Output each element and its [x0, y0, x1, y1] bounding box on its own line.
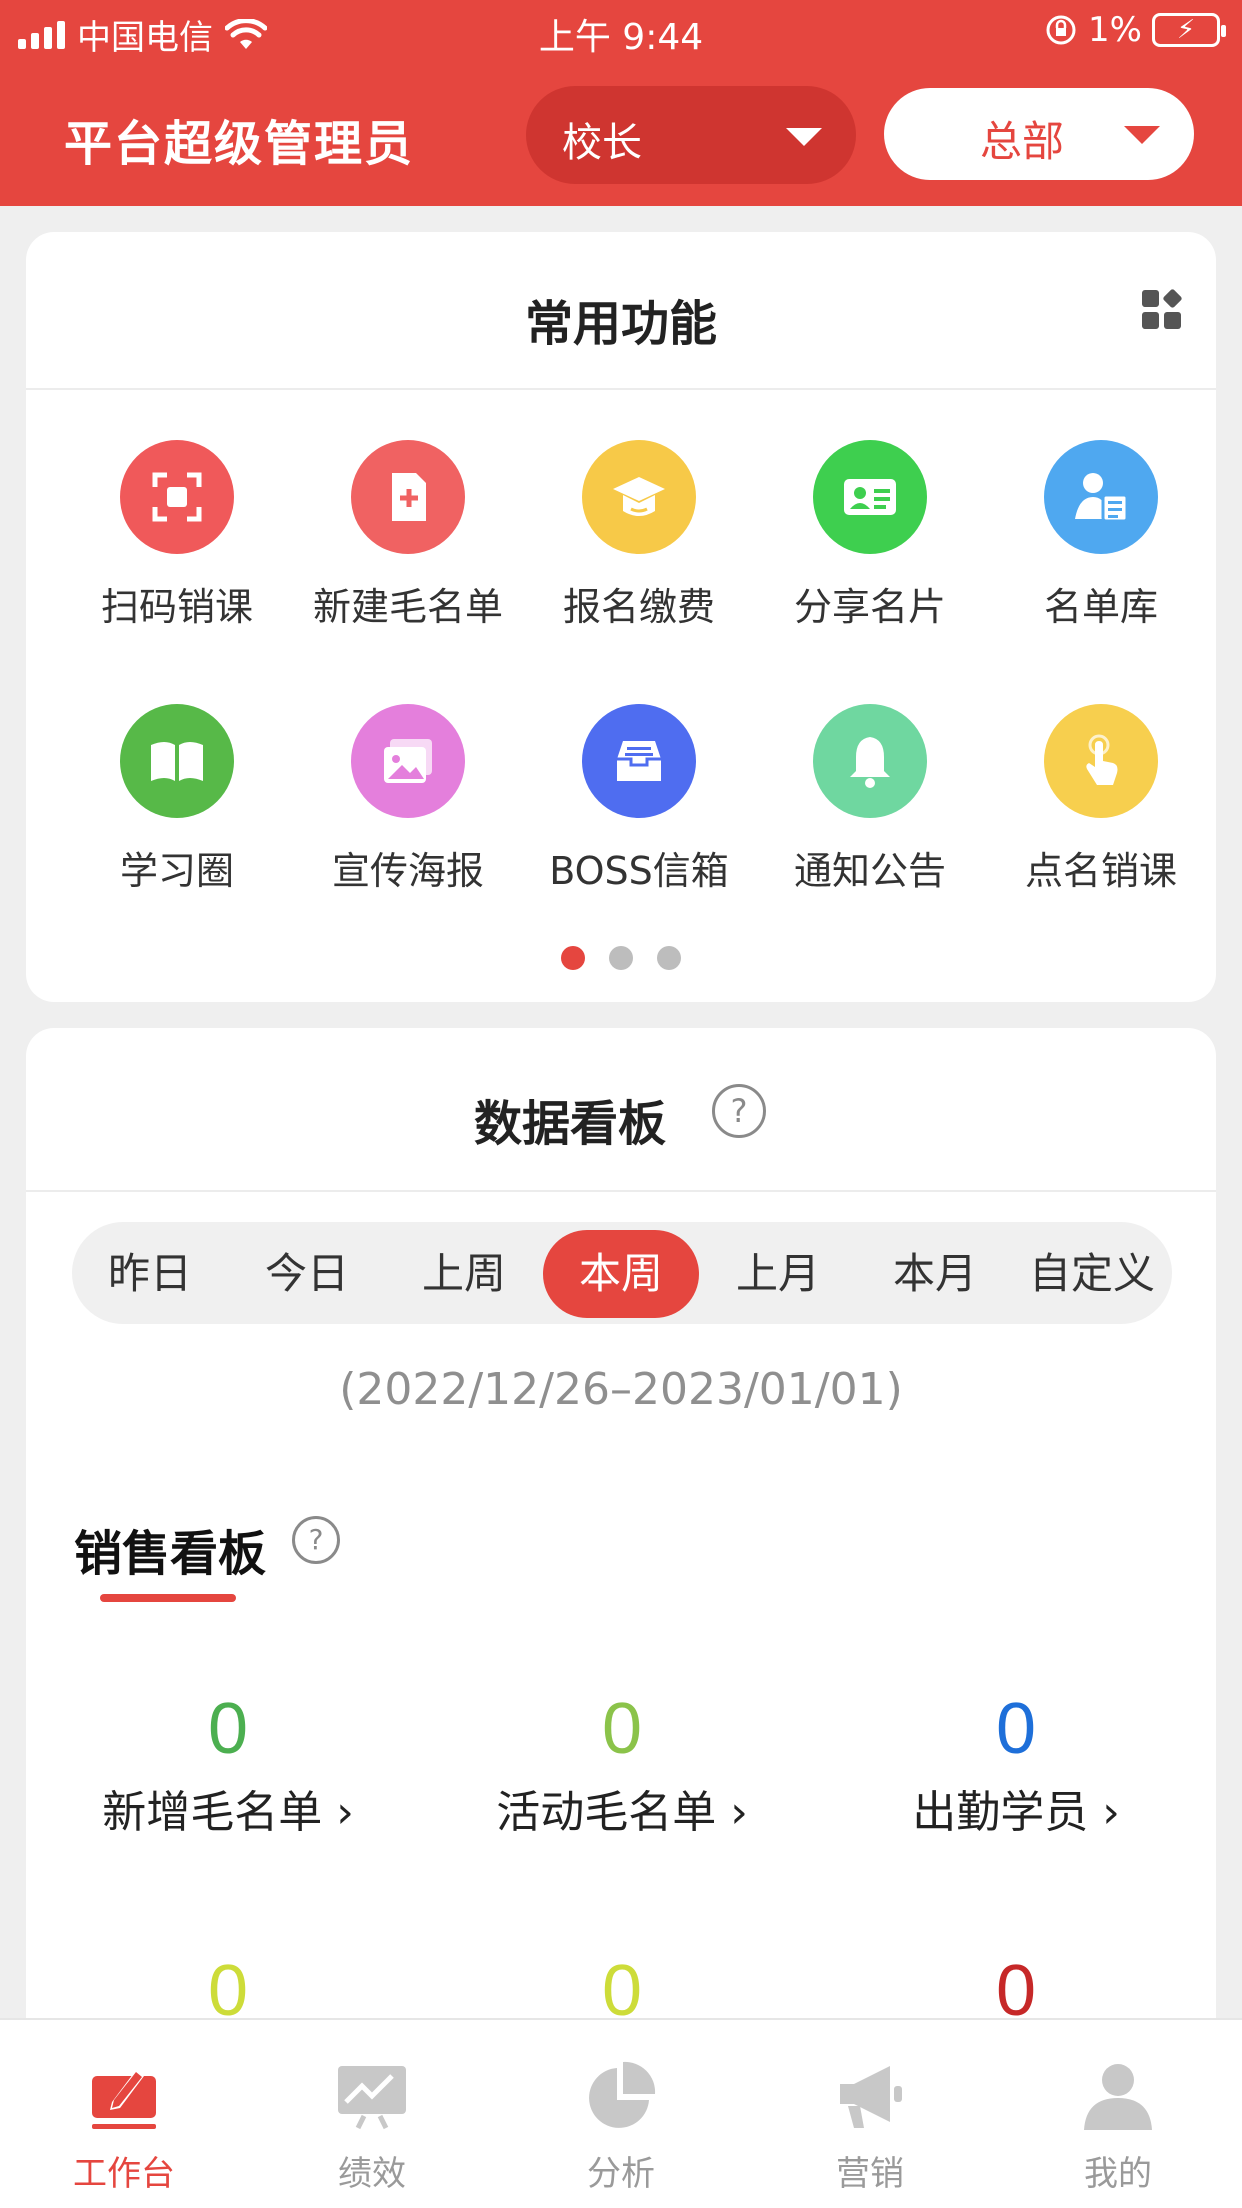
chevron-down-icon [1124, 126, 1160, 144]
role-dropdown[interactable]: 校长 [526, 86, 856, 184]
battery-icon: ⚡ [1152, 13, 1226, 47]
dashboard-title: 数据看板 [474, 1096, 667, 1152]
tap-icon [1044, 704, 1158, 818]
inbox-icon [582, 704, 696, 818]
common-functions-title: 常用功能 [524, 296, 717, 352]
page-dot[interactable] [657, 946, 681, 970]
func-scan-checkout[interactable]: 扫码销课 [62, 440, 292, 631]
page-dot[interactable] [609, 946, 633, 970]
func-label: 报名缴费 [562, 585, 715, 629]
func-label: 宣传海报 [331, 849, 484, 893]
id-card-icon [813, 440, 927, 554]
sales-board-title: 销售看板 [74, 1526, 267, 1582]
poster-icon [351, 704, 465, 818]
nav-performance[interactable]: 绩效 [272, 2058, 472, 2195]
func-lead-library[interactable]: 名单库 [986, 440, 1216, 631]
nav-label: 营销 [836, 2154, 904, 2194]
tab-today[interactable]: 今日 [229, 1230, 385, 1318]
battery-percent: 1% [1088, 10, 1142, 50]
func-label: 名单库 [1043, 585, 1158, 629]
divider [26, 1190, 1216, 1192]
func-label: 新建毛名单 [312, 585, 503, 629]
tab-yesterday[interactable]: 昨日 [72, 1230, 228, 1318]
grid-settings-icon[interactable] [1142, 288, 1183, 330]
bell-icon [813, 704, 927, 818]
func-label: 扫码销课 [100, 585, 253, 629]
metric-attendance[interactable]: 0 出勤学员 › [826, 1688, 1206, 1840]
func-notice[interactable]: 通知公告 [755, 704, 985, 895]
date-range: (2022/12/26–2023/01/01) [339, 1364, 903, 1415]
metric-label: 活动毛名单 › [496, 1787, 748, 1838]
tab-last-week[interactable]: 上周 [386, 1230, 542, 1318]
new-doc-icon [351, 440, 465, 554]
page-dot-active[interactable] [561, 946, 585, 970]
org-dropdown[interactable]: 总部 [884, 88, 1194, 180]
nav-profile[interactable]: 我的 [1018, 2058, 1218, 2195]
date-tabs: 昨日 今日 上周 本周 上月 本月 自定义 [72, 1222, 1172, 1324]
nav-analysis[interactable]: 分析 [521, 2058, 721, 2195]
performance-chart-icon [338, 2066, 406, 2130]
top-bar: 中国电信 上午 9:44 1% ⚡ 平台超级管理员 校长 总部 [0, 0, 1242, 206]
func-study-circle[interactable]: 学习圈 [62, 704, 292, 895]
func-enroll-pay[interactable]: 报名缴费 [524, 440, 754, 631]
func-share-card[interactable]: 分享名片 [755, 440, 985, 631]
nav-workbench[interactable]: 工作台 [24, 2058, 224, 2195]
metric-value: 0 [995, 1689, 1037, 1769]
role-dropdown-value: 校长 [562, 120, 642, 166]
nav-marketing[interactable]: 营销 [770, 2058, 970, 2195]
pie-chart-icon [589, 2061, 656, 2128]
bottom-nav: 工作台 绩效 分析 营销 我的 [0, 2018, 1242, 2208]
func-label: 分享名片 [793, 585, 946, 629]
page-indicator [26, 946, 1216, 970]
page-title: 平台超级管理员 [64, 116, 415, 172]
metric-label: 出勤学员 › [912, 1787, 1120, 1838]
user-list-icon [1044, 440, 1158, 554]
org-dropdown-value: 总部 [980, 117, 1065, 166]
func-promo-poster[interactable]: 宣传海报 [293, 704, 523, 895]
divider [26, 388, 1216, 390]
profile-icon [1084, 2064, 1152, 2130]
func-rollcall[interactable]: 点名销课 [986, 704, 1216, 895]
tab-last-month[interactable]: 上月 [700, 1230, 856, 1318]
megaphone-icon [840, 2066, 902, 2128]
common-functions-card: 常用功能 扫码销课 新建毛名单 报名缴费 分享名片 名单库 学习圈 宣传海报 B… [26, 232, 1216, 1002]
metric-value: 0 [601, 1689, 643, 1769]
func-label: 通知公告 [793, 849, 946, 893]
nav-label: 绩效 [338, 2154, 406, 2194]
scan-icon [120, 440, 234, 554]
tab-this-month[interactable]: 本月 [857, 1230, 1013, 1318]
graduation-cap-icon [582, 440, 696, 554]
help-icon[interactable]: ? [292, 1516, 340, 1564]
rotation-lock-icon [1046, 15, 1076, 45]
metric-active-leads[interactable]: 0 活动毛名单 › [432, 1688, 812, 1840]
func-label: 学习圈 [119, 849, 234, 893]
metric-new-leads[interactable]: 0 新增毛名单 › [38, 1688, 418, 1840]
nav-label: 分析 [587, 2154, 655, 2194]
book-icon [120, 704, 234, 818]
func-boss-mailbox[interactable]: BOSS信箱 [524, 704, 754, 895]
tab-custom[interactable]: 自定义 [1014, 1230, 1170, 1318]
help-icon[interactable]: ? [712, 1084, 766, 1138]
section-underline [100, 1594, 236, 1602]
nav-label: 工作台 [73, 2154, 175, 2194]
func-new-lead[interactable]: 新建毛名单 [293, 440, 523, 631]
workbench-icon [92, 2070, 156, 2129]
metric-value: 0 [207, 1689, 249, 1769]
func-label: BOSS信箱 [549, 849, 729, 893]
metric-label: 新增毛名单 › [102, 1787, 354, 1838]
tab-this-week[interactable]: 本周 [543, 1230, 699, 1318]
chevron-down-icon [786, 128, 822, 146]
func-label: 点名销课 [1024, 849, 1177, 893]
status-bar: 中国电信 上午 9:44 1% ⚡ [0, 0, 1242, 64]
nav-label: 我的 [1084, 2154, 1152, 2194]
